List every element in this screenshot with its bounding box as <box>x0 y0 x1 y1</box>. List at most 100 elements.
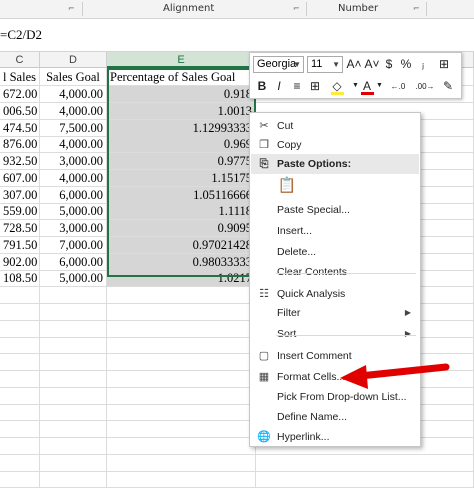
header-cell-e[interactable]: Percentage of Sales Goal <box>107 68 256 86</box>
menu-item-filter[interactable]: Filter ▶ <box>251 303 419 323</box>
cell-d[interactable]: 3,000.00 <box>40 220 107 237</box>
empty-cell[interactable] <box>40 337 107 355</box>
formula-text[interactable]: =C2/D2 <box>0 27 42 43</box>
empty-cell[interactable] <box>0 320 40 338</box>
menu-item-define-name[interactable]: Define Name... <box>251 407 419 427</box>
font-name-dropdown[interactable]: Georgia ▼ <box>253 56 304 73</box>
merge-center-icon[interactable]: ⊞ <box>436 56 452 72</box>
menu-item-paste-special[interactable]: Paste Special... <box>251 200 419 220</box>
alignment-dialog-launcher-icon[interactable]: ⌐ <box>293 4 302 13</box>
empty-cell[interactable] <box>0 437 40 455</box>
cell-d[interactable]: 4,000.00 <box>40 102 107 120</box>
empty-cell[interactable] <box>0 454 40 472</box>
menu-item-paste-keep-source[interactable]: 📋 <box>251 175 419 197</box>
font-size-dropdown[interactable]: 11 ▼ <box>307 56 343 73</box>
cell-e[interactable]: 1.05116666 <box>107 186 256 204</box>
cell-c[interactable]: 876.00 <box>0 136 40 154</box>
cell-c[interactable]: 672.00 <box>0 86 40 103</box>
menu-item-clear-contents[interactable]: Clear Contents <box>251 262 419 282</box>
cell-d[interactable]: 5,000.00 <box>40 203 107 221</box>
font-color-icon[interactable]: A <box>360 78 374 95</box>
cell-e[interactable]: 0.98033333 <box>107 253 256 271</box>
empty-cell[interactable] <box>40 320 107 338</box>
empty-cell[interactable] <box>40 404 107 422</box>
menu-item-sort[interactable]: Sort ▶ <box>251 324 419 344</box>
header-cell-d[interactable]: Sales Goal <box>40 68 107 86</box>
header-cell-c[interactable]: l Sales <box>0 68 40 86</box>
cell-d[interactable]: 6,000.00 <box>40 253 107 271</box>
empty-cell[interactable] <box>40 421 107 438</box>
chevron-down-icon[interactable]: ▼ <box>352 78 359 94</box>
cell-c[interactable]: 791.50 <box>0 236 40 254</box>
format-painter-icon[interactable]: ✎ <box>440 78 456 94</box>
empty-cell[interactable] <box>40 454 107 472</box>
menu-item-copy[interactable]: ❐ Copy <box>251 135 419 155</box>
cell-e[interactable]: 0.9095 <box>107 220 256 237</box>
menu-item-insert[interactable]: Insert... <box>251 221 419 241</box>
empty-cell[interactable] <box>107 370 256 388</box>
cell-c[interactable]: 559.00 <box>0 203 40 221</box>
empty-cell[interactable] <box>256 471 474 488</box>
cell-d[interactable]: 4,000.00 <box>40 86 107 103</box>
empty-cell[interactable] <box>107 320 256 338</box>
empty-cell[interactable] <box>0 354 40 371</box>
currency-icon[interactable]: $ <box>382 56 396 72</box>
empty-cell[interactable] <box>107 387 256 405</box>
column-header-c[interactable]: C <box>0 52 40 68</box>
chevron-down-icon[interactable]: ▼ <box>376 78 383 94</box>
empty-cell[interactable] <box>107 437 256 455</box>
cell-d[interactable]: 6,000.00 <box>40 186 107 204</box>
borders-icon[interactable]: ⊞ <box>308 78 322 94</box>
empty-cell[interactable] <box>0 387 40 405</box>
menu-item-hyperlink[interactable]: 🌐 Hyperlink... <box>251 427 419 447</box>
increase-decimal-icon[interactable]: ←.0 <box>386 79 410 95</box>
empty-cell[interactable] <box>0 471 40 488</box>
cell-c[interactable]: 728.50 <box>0 220 40 237</box>
cell-d[interactable]: 5,000.00 <box>40 270 107 288</box>
cell-e[interactable]: 1.0217 <box>107 270 256 288</box>
cell-c[interactable]: 607.00 <box>0 169 40 187</box>
number-dialog-launcher-icon[interactable]: ⌐ <box>413 4 422 13</box>
paste-clipboard-icon[interactable]: 📋 <box>277 176 297 196</box>
comma-style-icon[interactable]: ⱼ <box>416 56 430 72</box>
empty-cell[interactable] <box>40 387 107 405</box>
empty-cell[interactable] <box>107 337 256 355</box>
align-center-icon[interactable]: ≡ <box>290 78 304 94</box>
empty-cell[interactable] <box>40 471 107 488</box>
menu-item-quick-analysis[interactable]: ☷ Quick Analysis <box>251 284 419 304</box>
shrink-font-icon[interactable]: A˅ <box>364 56 380 72</box>
cell-e[interactable]: 1.12993333 <box>107 119 256 137</box>
menu-item-cut[interactable]: ✂ Cut <box>251 116 419 136</box>
empty-cell[interactable] <box>0 337 40 355</box>
cell-c[interactable]: 006.50 <box>0 102 40 120</box>
decrease-decimal-icon[interactable]: .00→ <box>412 79 438 95</box>
empty-cell[interactable] <box>0 370 40 388</box>
cell-d[interactable]: 4,000.00 <box>40 169 107 187</box>
empty-cell[interactable] <box>0 287 40 304</box>
fill-color-icon[interactable]: ◇ <box>330 78 344 95</box>
empty-cell[interactable] <box>0 421 40 438</box>
cell-d[interactable]: 7,500.00 <box>40 119 107 137</box>
cell-d[interactable]: 4,000.00 <box>40 136 107 154</box>
cell-c[interactable]: 902.00 <box>0 253 40 271</box>
empty-cell[interactable] <box>107 471 256 488</box>
empty-cell[interactable] <box>40 370 107 388</box>
percent-icon[interactable]: % <box>399 56 413 72</box>
empty-cell[interactable] <box>40 303 107 321</box>
bold-button[interactable]: B <box>255 78 269 94</box>
empty-cell[interactable] <box>40 354 107 371</box>
cell-e[interactable]: 0.9775 <box>107 153 256 170</box>
empty-cell[interactable] <box>107 404 256 422</box>
cell-c[interactable]: 307.00 <box>0 186 40 204</box>
cell-e[interactable]: 0.918 <box>107 86 256 103</box>
empty-cell[interactable] <box>107 421 256 438</box>
empty-cell[interactable] <box>256 454 474 472</box>
empty-cell[interactable] <box>0 303 40 321</box>
cell-e[interactable]: 0.97021428 <box>107 236 256 254</box>
cell-d[interactable]: 3,000.00 <box>40 153 107 170</box>
cell-e[interactable]: 1.0013 <box>107 102 256 120</box>
empty-cell[interactable] <box>40 287 107 304</box>
cell-e[interactable]: 0.969 <box>107 136 256 154</box>
empty-cell[interactable] <box>107 303 256 321</box>
grow-font-icon[interactable]: A˄ <box>346 56 362 72</box>
